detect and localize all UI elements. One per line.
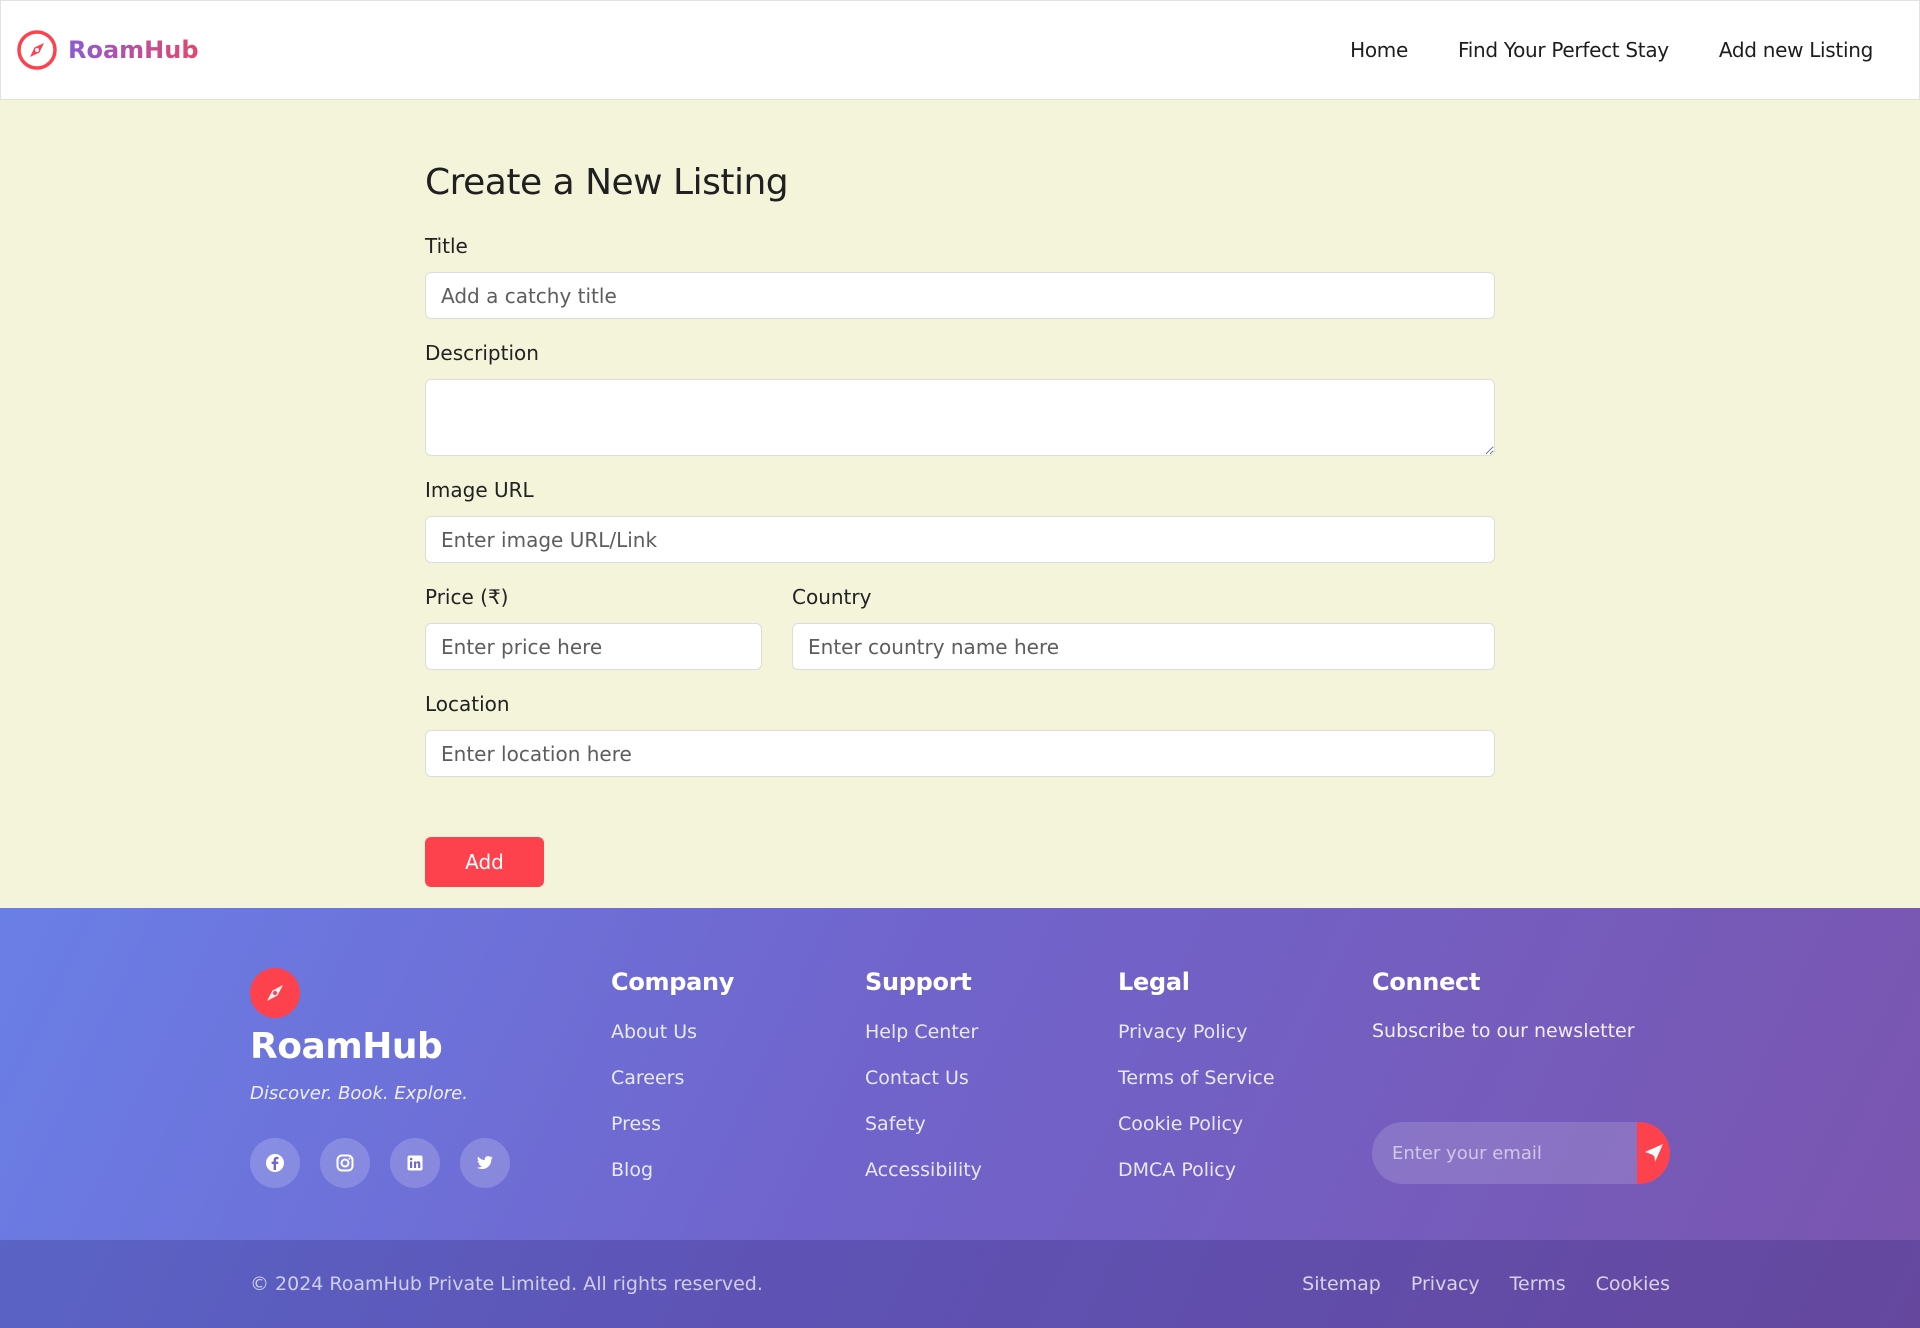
price-label: Price (₹): [425, 585, 509, 609]
twitter-icon[interactable]: [460, 1138, 510, 1188]
main-content: Create a New Listing Title Description I…: [0, 100, 1920, 908]
footer-link-help-center[interactable]: Help Center: [865, 1021, 978, 1043]
footer-link-contact-us[interactable]: Contact Us: [865, 1067, 969, 1089]
footer-link-dmca-policy[interactable]: DMCA Policy: [1118, 1159, 1236, 1181]
nav-link-home[interactable]: Home: [1350, 38, 1408, 62]
newsletter-email-input[interactable]: [1372, 1122, 1637, 1184]
footer-col-legal: Legal Privacy Policy Terms of Service Co…: [1118, 968, 1275, 1205]
footer-link-terms-of-service[interactable]: Terms of Service: [1118, 1067, 1275, 1089]
page-title: Create a New Listing: [425, 162, 789, 203]
footer-link-cookie-policy[interactable]: Cookie Policy: [1118, 1113, 1243, 1135]
footer-col-title: Connect: [1372, 968, 1481, 996]
image-url-input[interactable]: [425, 516, 1495, 563]
footer-link-blog[interactable]: Blog: [611, 1159, 653, 1181]
footer-link-about-us[interactable]: About Us: [611, 1021, 697, 1043]
compass-icon: [17, 30, 57, 70]
footer-col-support: Support Help Center Contact Us Safety Ac…: [865, 968, 982, 1205]
add-button[interactable]: Add: [425, 837, 544, 887]
brand-name: RoamHub: [68, 36, 199, 64]
footer: RoamHub Discover. Book. Explore. Company…: [0, 908, 1920, 1328]
bottom-links: Sitemap Privacy Terms Cookies: [1302, 1273, 1670, 1295]
footer-link-privacy-policy[interactable]: Privacy Policy: [1118, 1021, 1247, 1043]
description-label: Description: [425, 341, 539, 365]
nav-links: Home Find Your Perfect Stay Add new List…: [1350, 38, 1873, 62]
footer-link-careers[interactable]: Careers: [611, 1067, 684, 1089]
social-links: [250, 1138, 510, 1188]
footer-col-title: Legal: [1118, 968, 1190, 996]
linkedin-icon[interactable]: [390, 1138, 440, 1188]
compass-icon: [250, 968, 300, 1018]
bottom-link-terms[interactable]: Terms: [1510, 1273, 1566, 1295]
footer-brand-name: RoamHub: [250, 1026, 443, 1067]
newsletter-submit-button[interactable]: [1637, 1122, 1670, 1184]
location-input[interactable]: [425, 730, 1495, 777]
footer-link-safety[interactable]: Safety: [865, 1113, 926, 1135]
newsletter-form: [1372, 1122, 1670, 1184]
footer-col-connect: Connect Subscribe to our newsletter: [1372, 968, 1672, 1184]
price-input[interactable]: [425, 623, 762, 670]
footer-bottom-bar: © 2024 RoamHub Private Limited. All righ…: [0, 1240, 1920, 1328]
footer-col-title: Company: [611, 968, 735, 996]
footer-link-accessibility[interactable]: Accessibility: [865, 1159, 982, 1181]
newsletter-label: Subscribe to our newsletter: [1372, 1020, 1635, 1042]
instagram-icon[interactable]: [320, 1138, 370, 1188]
bottom-link-privacy[interactable]: Privacy: [1411, 1273, 1480, 1295]
brand[interactable]: RoamHub: [16, 29, 199, 71]
footer-links: About Us Careers Press Blog: [611, 1021, 734, 1205]
footer-links: Help Center Contact Us Safety Accessibil…: [865, 1021, 982, 1205]
description-textarea[interactable]: [425, 379, 1495, 456]
footer-col-company: Company About Us Careers Press Blog: [611, 968, 734, 1205]
nav-link-add-listing[interactable]: Add new Listing: [1719, 38, 1873, 62]
footer-brand: RoamHub Discover. Book. Explore.: [250, 968, 510, 1188]
navbar: RoamHub Home Find Your Perfect Stay Add …: [0, 0, 1920, 100]
footer-links: Privacy Policy Terms of Service Cookie P…: [1118, 1021, 1275, 1205]
copyright-text: © 2024 RoamHub Private Limited. All righ…: [250, 1273, 763, 1295]
send-icon: [1644, 1144, 1663, 1162]
footer-link-press[interactable]: Press: [611, 1113, 661, 1135]
facebook-icon[interactable]: [250, 1138, 300, 1188]
footer-tagline: Discover. Book. Explore.: [250, 1083, 468, 1104]
country-label: Country: [792, 585, 872, 609]
bottom-link-sitemap[interactable]: Sitemap: [1302, 1273, 1381, 1295]
title-label: Title: [425, 234, 468, 258]
bottom-link-cookies[interactable]: Cookies: [1596, 1273, 1670, 1295]
nav-link-find-stay[interactable]: Find Your Perfect Stay: [1458, 38, 1669, 62]
image-url-label: Image URL: [425, 478, 534, 502]
title-input[interactable]: [425, 272, 1495, 319]
location-label: Location: [425, 692, 510, 716]
country-input[interactable]: [792, 623, 1495, 670]
footer-col-title: Support: [865, 968, 972, 996]
